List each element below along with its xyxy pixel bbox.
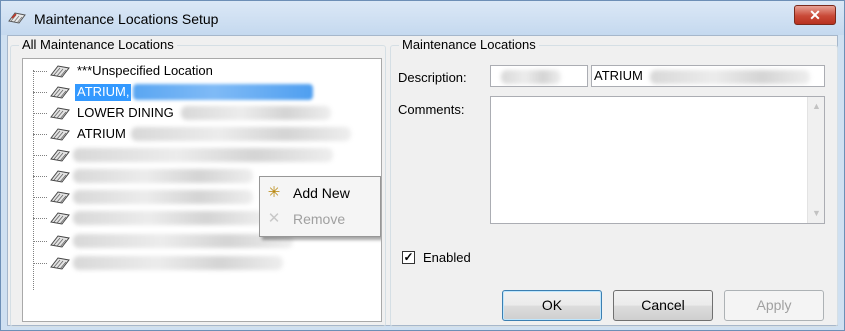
redacted-text bbox=[650, 70, 810, 84]
redacted-text bbox=[73, 148, 333, 162]
description-field[interactable]: ATRIUM bbox=[591, 65, 825, 87]
redacted-text bbox=[73, 169, 253, 183]
redacted-text bbox=[131, 127, 351, 141]
sparkle-icon: ✳ bbox=[267, 184, 281, 201]
tree-item-label: ***Unspecified Location bbox=[77, 63, 213, 78]
redacted-text bbox=[133, 84, 313, 100]
tree-item[interactable] bbox=[33, 145, 373, 165]
tree-item-selected[interactable]: ATRIUM, bbox=[33, 82, 373, 102]
location-icon bbox=[50, 86, 70, 99]
location-icon bbox=[50, 128, 70, 141]
add-new-menu-item[interactable]: ✳ Add New bbox=[260, 181, 380, 207]
location-icon bbox=[50, 212, 70, 225]
window-title: Maintenance Locations Setup bbox=[34, 11, 219, 27]
all-locations-legend: All Maintenance Locations bbox=[19, 37, 177, 52]
title-bar[interactable]: Maintenance Locations Setup ✕ bbox=[1, 1, 844, 35]
remove-icon: ✕ bbox=[267, 210, 281, 227]
location-icon bbox=[50, 107, 70, 120]
scroll-up-icon[interactable]: ▲ bbox=[812, 101, 821, 111]
context-menu: ✳ Add New ✕ Remove bbox=[259, 176, 381, 237]
redacted-text bbox=[73, 211, 263, 225]
description-label: Description: bbox=[398, 70, 467, 85]
locations-tree[interactable]: ***Unspecified Location ATRIUM, LOWER DI… bbox=[22, 58, 382, 322]
remove-menu-item[interactable]: ✕ Remove bbox=[260, 207, 380, 233]
cancel-button[interactable]: Cancel bbox=[613, 290, 713, 321]
redacted-text bbox=[73, 190, 253, 204]
scroll-down-icon[interactable]: ▼ bbox=[812, 208, 821, 218]
close-button[interactable]: ✕ bbox=[794, 5, 836, 25]
tree-item[interactable]: ***Unspecified Location bbox=[33, 61, 373, 81]
remove-label: Remove bbox=[293, 211, 346, 227]
all-locations-group: All Maintenance Locations ***Unspecified… bbox=[10, 37, 386, 327]
redacted-text bbox=[73, 256, 283, 270]
location-icon bbox=[50, 235, 70, 248]
tree-item-label: LOWER DINING bbox=[77, 105, 174, 120]
tree-item-label: ATRIUM bbox=[77, 126, 126, 141]
ok-button[interactable]: OK bbox=[502, 290, 602, 321]
enabled-label: Enabled bbox=[423, 250, 471, 265]
location-icon bbox=[50, 65, 70, 78]
description-code-field[interactable] bbox=[490, 65, 588, 87]
redacted-text bbox=[501, 70, 561, 84]
location-icon bbox=[50, 257, 70, 270]
tree-item[interactable] bbox=[33, 253, 373, 273]
maintenance-location-legend: Maintenance Locations bbox=[399, 37, 539, 52]
tree-item[interactable]: LOWER DINING bbox=[33, 103, 373, 123]
location-icon bbox=[50, 191, 70, 204]
enabled-checkbox[interactable]: ✓ bbox=[402, 251, 415, 264]
maintenance-location-group: Maintenance Locations Description: ATRIU… bbox=[390, 37, 838, 327]
app-icon bbox=[8, 12, 26, 24]
comments-label: Comments: bbox=[398, 102, 465, 117]
add-new-label: Add New bbox=[293, 185, 350, 201]
dialog-window: Maintenance Locations Setup ✕ All Mainte… bbox=[0, 0, 845, 331]
location-icon bbox=[50, 149, 70, 162]
comments-scrollbar[interactable]: ▲ ▼ bbox=[807, 97, 824, 223]
comments-textarea[interactable]: ▲ ▼ bbox=[490, 96, 825, 224]
location-icon bbox=[50, 170, 70, 183]
description-value: ATRIUM bbox=[594, 68, 643, 83]
tree-item[interactable]: ATRIUM bbox=[33, 124, 373, 144]
tree-item-label: ATRIUM, bbox=[75, 84, 132, 101]
dialog-client-area: All Maintenance Locations ***Unspecified… bbox=[7, 35, 838, 327]
redacted-text bbox=[181, 106, 331, 120]
apply-button[interactable]: Apply bbox=[724, 290, 824, 321]
